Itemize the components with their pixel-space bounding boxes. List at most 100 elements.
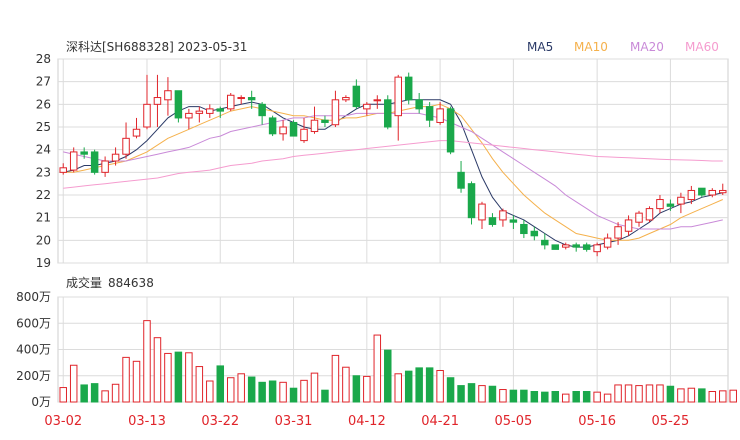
candle (446, 106, 455, 155)
candle-body (331, 99, 340, 126)
volume-tick-label: 0万 (31, 395, 51, 409)
date-tick-label: 03-31 (275, 414, 313, 429)
candle (101, 156, 109, 177)
stock-chart-widget: 28 27 26 25 24 23 22 21 20 19 800万 600万 400万 200万 0万 03… (0, 0, 740, 440)
volume-bar (143, 320, 151, 403)
volume-bar (122, 356, 130, 403)
volume-bar (666, 385, 675, 403)
candle-body (624, 219, 633, 232)
candle (614, 222, 622, 245)
volume-bar (541, 391, 549, 403)
candle (279, 120, 287, 141)
volume-bar (561, 393, 570, 403)
candle (593, 242, 601, 257)
legend-ma60: MA60 (685, 40, 719, 54)
volume-bar (216, 365, 225, 403)
candle (488, 213, 497, 227)
volume-bar (59, 387, 67, 403)
date-tick-label: 03-13 (128, 414, 166, 429)
volume-bars (59, 320, 737, 403)
candle (226, 93, 235, 112)
price-tick-label: 26 (36, 97, 51, 111)
candle-body (708, 189, 717, 196)
volume-bar (436, 370, 444, 403)
candle (90, 149, 99, 175)
candle (289, 120, 298, 137)
candle (645, 206, 654, 223)
volume-bar (164, 352, 172, 403)
candle (520, 219, 528, 239)
candle-body (321, 119, 329, 123)
candle-body (530, 230, 539, 237)
moving-average-lines (63, 99, 724, 248)
candle (195, 106, 204, 123)
candle (321, 115, 329, 127)
candle (384, 95, 392, 130)
volume-bar (237, 373, 245, 403)
price-tick-label: 20 (36, 233, 51, 247)
volume-tick-label: 800万 (16, 290, 51, 304)
volume-bar (551, 391, 560, 403)
candle-body (216, 108, 225, 112)
price-tick-label: 23 (36, 165, 51, 179)
candle (268, 115, 277, 137)
candle-body (101, 160, 109, 173)
candle (624, 215, 633, 236)
price-tick-label: 24 (36, 143, 51, 157)
candle-body (153, 97, 162, 105)
volume-bar (101, 390, 109, 403)
candle (582, 242, 591, 252)
volume-bar (478, 385, 486, 403)
candle-body (572, 244, 580, 248)
candle-body (132, 128, 141, 137)
candle (59, 163, 67, 175)
candle (185, 108, 193, 130)
price-frame (57, 58, 729, 264)
chart-title: 深科达[SH688328] 2023-05-31 (66, 40, 247, 54)
volume-bar (645, 384, 654, 403)
candle-body (352, 85, 361, 108)
candle-body (394, 76, 402, 117)
candle-body (698, 187, 706, 196)
volume-bar (635, 385, 643, 403)
volume-bar (373, 334, 382, 403)
date-tick-label: 03-02 (44, 414, 82, 429)
legend-ma5: MA5 (527, 40, 553, 54)
candle-body (467, 183, 476, 219)
candle (300, 117, 308, 143)
candle-body (404, 76, 413, 101)
volume-bar (708, 391, 717, 403)
date-tick-label: 05-05 (495, 414, 533, 429)
candle-body (499, 210, 507, 221)
volume-bar (603, 393, 612, 403)
volume-bar (404, 370, 413, 403)
ma-legend: MA5 MA10 MA20 MA60 (527, 40, 719, 54)
candle (174, 90, 183, 123)
candle-body (279, 126, 287, 135)
date-tick-label: 05-25 (652, 414, 690, 429)
candle (69, 147, 78, 173)
volume-tick-label: 400万 (16, 343, 51, 357)
candle-body (300, 128, 308, 142)
date-tick-label: 05-16 (578, 414, 616, 429)
legend-ma10: MA10 (574, 40, 608, 54)
candle-body (268, 117, 277, 135)
candle (394, 74, 402, 141)
candle (457, 161, 465, 193)
candle-body (478, 203, 486, 221)
candle (404, 72, 413, 105)
candle (415, 93, 423, 114)
date-tick-label: 04-21 (421, 414, 459, 429)
ma5-line (63, 99, 723, 248)
volume-bar (729, 389, 737, 403)
candle-body (677, 196, 685, 205)
candle-body (174, 90, 183, 119)
volume-bar (582, 391, 591, 403)
volume-bar (457, 385, 465, 403)
candle (153, 74, 162, 127)
volume-bar (509, 389, 518, 403)
candle (122, 122, 130, 159)
volume-bar (69, 364, 78, 403)
volume-bar (687, 387, 696, 403)
candle-body (195, 110, 204, 114)
